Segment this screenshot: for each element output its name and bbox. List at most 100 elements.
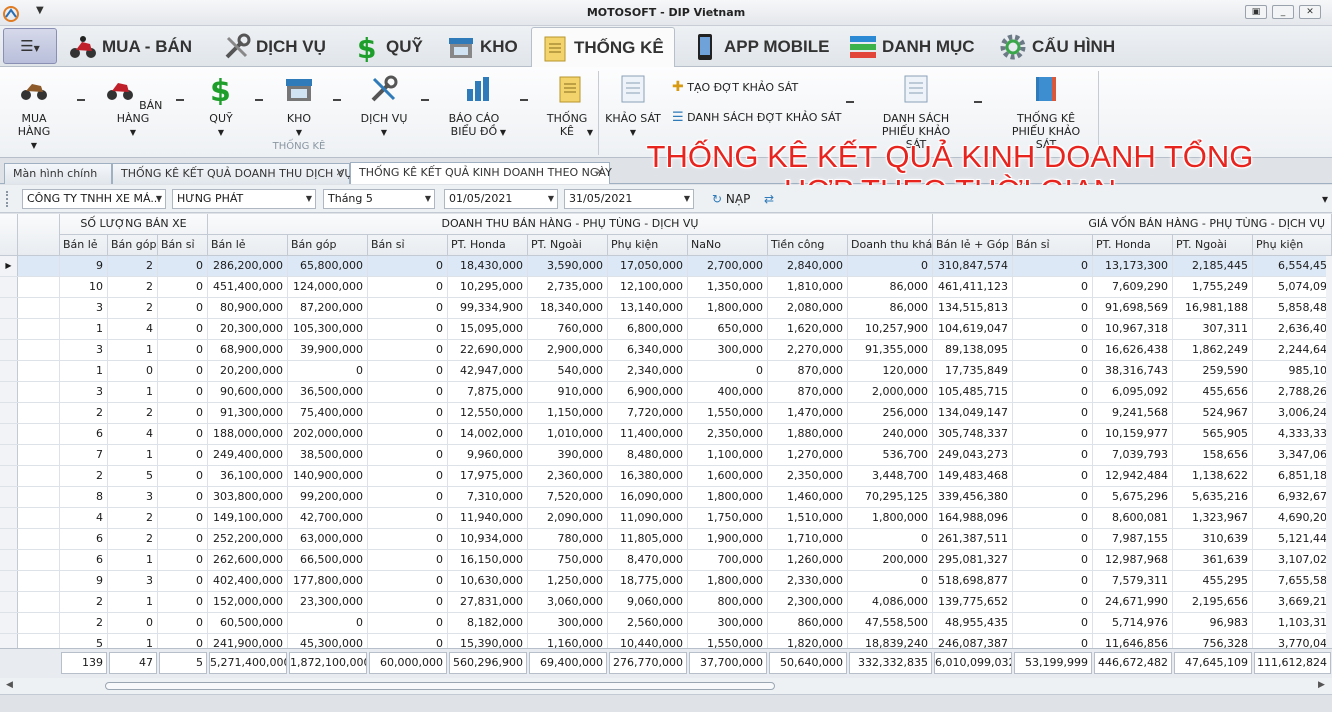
column-header[interactable]: PT. Honda xyxy=(448,235,528,256)
close-icon[interactable]: ✕ xyxy=(1299,5,1321,19)
row-blank-cell xyxy=(18,361,60,381)
tab-quy[interactable]: $ QUỸ xyxy=(352,28,423,66)
doc-tab-daily-business[interactable]: THỐNG KÊ KẾT QUẢ KINH DOANH THEO NGÀY ✕ xyxy=(350,162,612,184)
branch-select[interactable]: HƯNG PHÁT ▼ xyxy=(172,189,316,209)
table-row[interactable]: ▶ 9 2 0 286,200,000 65,800,000 0 18,430,000 3,59… xyxy=(0,256,1332,277)
table-row[interactable]: 10 2 0 451,400,000 124,000,000 0 10,295,000 2,7… xyxy=(0,277,1332,298)
table-row[interactable]: 2 1 0 152,000,000 23,300,000 0 27,831,000 3,060… xyxy=(0,592,1332,613)
table-cell: 16,090,000 xyxy=(608,487,688,507)
table-cell: 42,700,000 xyxy=(288,508,368,528)
table-cell: 6,554,45 xyxy=(1253,256,1332,276)
column-header[interactable]: Phụ kiện xyxy=(608,235,688,256)
table-row[interactable]: 1 0 0 20,200,000 0 0 42,947,000 540,000 2,340,00… xyxy=(0,361,1332,382)
bao-cao-bieu-do-button[interactable]: BÁO CÁO BIỂU ĐỒ ▼ xyxy=(446,73,508,139)
column-header[interactable]: NaNo xyxy=(688,235,768,256)
export-button[interactable]: ⇄ xyxy=(764,189,774,209)
table-cell: 3,770,04 xyxy=(1253,634,1332,648)
toolbar-overflow-icon[interactable]: ▾ xyxy=(1322,189,1328,209)
table-cell: 0 xyxy=(288,613,368,633)
column-header[interactable]: Phụ kiện xyxy=(1253,235,1332,256)
table-cell: 300,000 xyxy=(688,340,768,360)
column-header[interactable]: Bán lẻ + Góp xyxy=(933,235,1013,256)
table-cell: 0 xyxy=(158,592,208,612)
horizontal-scrollbar[interactable]: ◀ ▶ xyxy=(0,678,1332,694)
tab-thong-ke[interactable]: THỐNG KÊ xyxy=(531,27,675,67)
table-cell: 1 xyxy=(108,382,158,402)
table-row[interactable]: 1 4 0 20,300,000 105,300,000 0 15,095,000 760,0… xyxy=(0,319,1332,340)
column-header[interactable]: Bán góp xyxy=(108,235,158,256)
close-tab-icon[interactable]: ✕ xyxy=(336,164,344,183)
table-row[interactable]: 8 3 0 303,800,000 99,200,000 0 7,310,000 7,520,… xyxy=(0,487,1332,508)
doc-tab-service-revenue[interactable]: THỐNG KÊ KẾT QUẢ DOANH THU DỊCH VỤ ✕ xyxy=(112,163,352,184)
dich-vu-button[interactable]: DỊCH VỤ ▼ xyxy=(356,73,412,139)
table-cell: 1,750,000 xyxy=(688,508,768,528)
ribbon-label: DANH SÁCH ĐỢT KHẢO SÁT xyxy=(687,111,842,124)
table-cell: 47,558,500 xyxy=(848,613,933,633)
column-header[interactable]: PT. Ngoài xyxy=(1173,235,1253,256)
column-group-header: GIÁ VỐN BÁN HÀNG - PHỤ TÙNG - DỊCH VỤ xyxy=(933,214,1332,235)
column-header[interactable]: Tiền công xyxy=(768,235,848,256)
kho-button[interactable]: KHO ▼ xyxy=(278,73,320,139)
table-row[interactable]: 9 3 0 402,400,000 177,800,000 0 10,630,000 1,25… xyxy=(0,571,1332,592)
report-icon xyxy=(544,36,566,61)
company-select[interactable]: CÔNG TY TNHH XE MÁ... ▼ xyxy=(22,189,166,209)
tab-kho[interactable]: KHO xyxy=(446,28,518,66)
table-cell: 65,800,000 xyxy=(288,256,368,276)
table-cell: 9 xyxy=(60,256,108,276)
scroll-right-icon[interactable]: ▶ xyxy=(1318,680,1325,690)
thong-ke-button[interactable]: THỐNG KÊ ▼ xyxy=(546,73,594,139)
tab-cau-hinh[interactable]: CẤU HÌNH xyxy=(998,28,1115,66)
table-row[interactable]: 3 2 0 80,900,000 87,200,000 0 99,334,900 18,340… xyxy=(0,298,1332,319)
ribbon-label: KHẢO SÁT xyxy=(605,112,661,125)
tab-dich-vu[interactable]: DỊCH VỤ xyxy=(222,28,326,66)
table-row[interactable]: 7 1 0 249,400,000 38,500,000 0 9,960,000 390,00… xyxy=(0,445,1332,466)
table-cell: 0 xyxy=(108,361,158,381)
month-select[interactable]: Tháng 5 ▼ xyxy=(323,189,435,209)
tab-danh-muc[interactable]: DANH MỤC xyxy=(848,28,975,66)
column-header[interactable]: Bán góp xyxy=(288,235,368,256)
app-menu-button[interactable]: ☰▼ xyxy=(3,28,57,64)
tab-app-mobile[interactable]: APP MOBILE xyxy=(690,28,829,66)
minimize-icon[interactable]: _ xyxy=(1272,5,1294,19)
restore-icon[interactable]: ▣ xyxy=(1245,5,1267,19)
date-from-picker[interactable]: 01/05/2021 ▼ xyxy=(444,189,558,209)
table-row[interactable]: 2 0 0 60,500,000 0 0 8,182,000 300,000 2,560,000… xyxy=(0,613,1332,634)
doc-tab-main[interactable]: Màn hình chính xyxy=(4,163,112,184)
column-header[interactable]: Bán sỉ xyxy=(368,235,448,256)
date-to-picker[interactable]: 31/05/2021 ▼ xyxy=(564,189,694,209)
quy-button[interactable]: $ QUỸ ▼ xyxy=(200,73,242,139)
table-row[interactable]: 5 1 0 241,900,000 45,300,000 0 15,390,000 1,160… xyxy=(0,634,1332,648)
table-row[interactable]: 2 5 0 36,100,000 140,900,000 0 17,975,000 2,360… xyxy=(0,466,1332,487)
column-header[interactable]: Doanh thu khác xyxy=(848,235,933,256)
table-row[interactable]: 6 4 0 188,000,000 202,000,000 0 14,002,000 1,01… xyxy=(0,424,1332,445)
table-cell: 985,10 xyxy=(1253,361,1332,381)
table-row[interactable]: 6 1 0 262,600,000 66,500,000 0 16,150,000 750,0… xyxy=(0,550,1332,571)
column-header[interactable]: PT. Honda xyxy=(1093,235,1173,256)
table-cell: 0 xyxy=(158,550,208,570)
ban-hang-button[interactable]: BÁN HÀNG ▼ xyxy=(102,73,164,139)
tab-mua-ban[interactable]: MUA - BÁN xyxy=(68,28,192,66)
column-header[interactable]: Bán lẻ xyxy=(208,235,288,256)
table-row[interactable]: 2 2 0 91,300,000 75,400,000 0 12,550,000 1,150,… xyxy=(0,403,1332,424)
khao-sat-button[interactable]: KHẢO SÁT ▼ xyxy=(604,73,662,139)
table-cell: 518,698,877 xyxy=(933,571,1013,591)
table-row[interactable]: 3 1 0 68,900,000 39,900,000 0 22,690,000 2,900,… xyxy=(0,340,1332,361)
column-header[interactable]: Bán sỉ xyxy=(158,235,208,256)
table-row[interactable]: 6 2 0 252,200,000 63,000,000 0 10,934,000 780,0… xyxy=(0,529,1332,550)
load-button[interactable]: ↻ NẠP xyxy=(712,189,750,209)
scroll-thumb[interactable] xyxy=(105,682,775,690)
table-cell: 261,387,511 xyxy=(933,529,1013,549)
tao-dot-khao-sat-button[interactable]: ✚ TẠO ĐỢT KHẢO SÁT xyxy=(672,80,842,94)
table-row[interactable]: 4 2 0 149,100,000 42,700,000 0 11,940,000 2,090… xyxy=(0,508,1332,529)
table-cell: 4 xyxy=(108,319,158,339)
danh-sach-dot-khao-sat-button[interactable]: ☰ DANH SÁCH ĐỢT KHẢO SÁT xyxy=(672,111,842,124)
table-cell: 241,900,000 xyxy=(208,634,288,648)
vertical-scrollbar[interactable] xyxy=(1326,256,1332,648)
table-cell: 0 xyxy=(368,256,448,276)
table-cell: 1,100,000 xyxy=(688,445,768,465)
scroll-left-icon[interactable]: ◀ xyxy=(6,680,13,690)
column-header[interactable]: Bán sỉ xyxy=(1013,235,1093,256)
column-header[interactable]: PT. Ngoài xyxy=(528,235,608,256)
table-row[interactable]: 3 1 0 90,600,000 36,500,000 0 7,875,000 910,000… xyxy=(0,382,1332,403)
column-header[interactable]: Bán lẻ xyxy=(60,235,108,256)
